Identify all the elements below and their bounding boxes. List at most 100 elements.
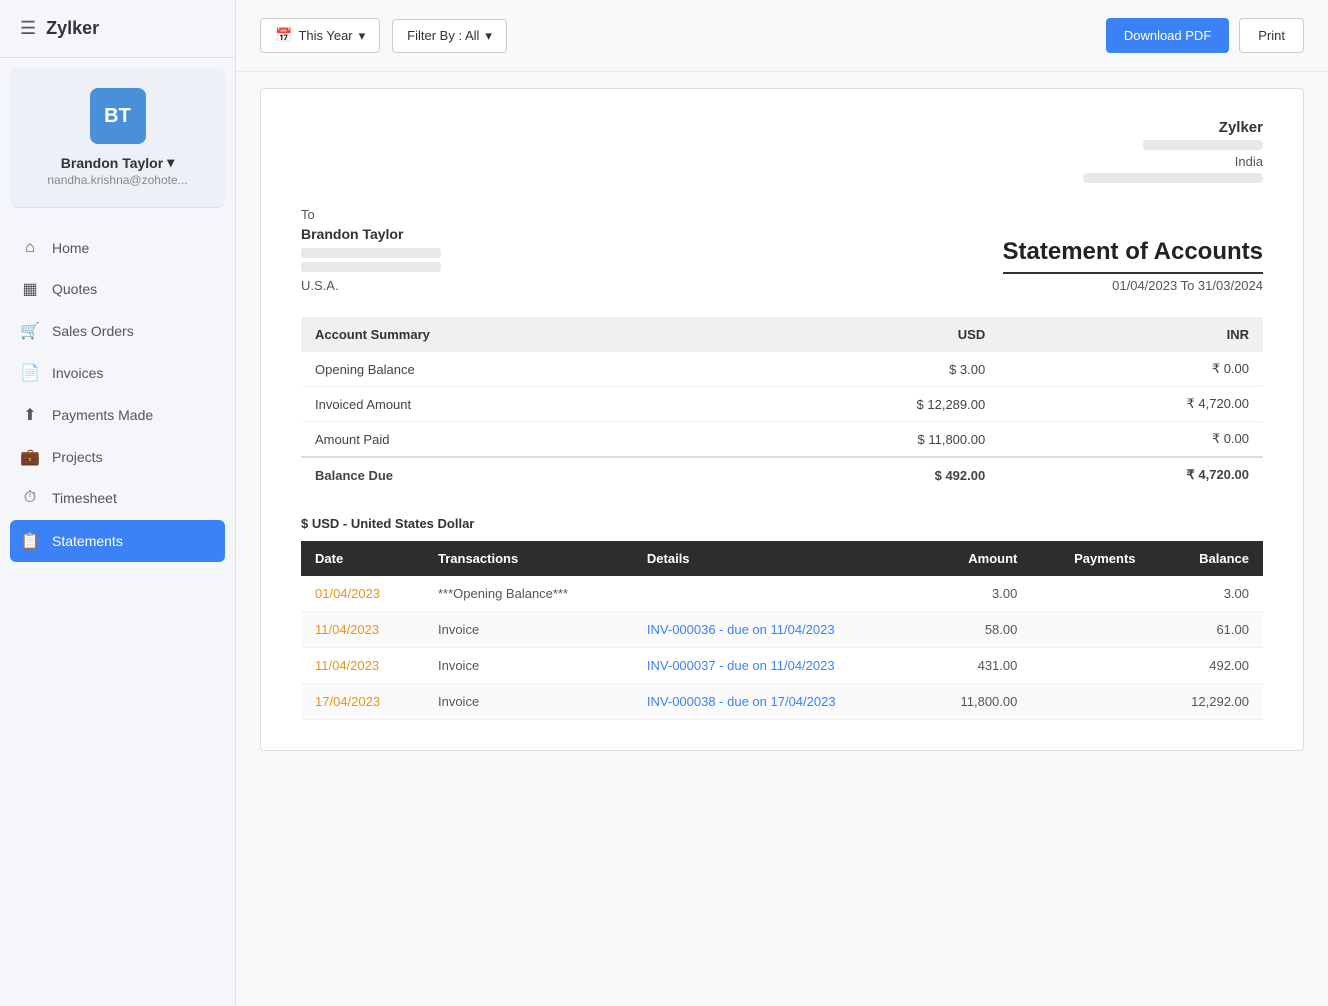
projects-icon: 💼	[20, 447, 40, 467]
balance-due-usd: $ 492.00	[717, 457, 999, 492]
sidebar-item-label: Home	[52, 240, 89, 256]
trans-balance: 3.00	[1150, 576, 1263, 612]
company-name: Zylker	[1083, 119, 1263, 136]
sidebar-item-timesheet[interactable]: ⏱ Timesheet	[0, 478, 235, 518]
trans-details: INV-000036 - due on 11/04/2023	[633, 612, 919, 648]
summary-row-inr: ₹ 4,720.00	[999, 387, 1263, 422]
sidebar-item-payments-made[interactable]: ⬆ Payments Made	[0, 394, 235, 436]
statements-icon: 📋	[20, 531, 40, 551]
summary-row-usd: $ 12,289.00	[717, 387, 999, 422]
trans-date: 17/04/2023	[301, 684, 424, 720]
sidebar-item-sales-orders[interactable]: 🛒 Sales Orders	[0, 310, 235, 352]
payments-icon: ⬆	[20, 405, 40, 425]
trans-col-details: Details	[633, 541, 919, 576]
trans-amount: 3.00	[919, 576, 1031, 612]
chevron-down-icon: ▾	[485, 28, 492, 44]
to-address-blur-2	[301, 262, 441, 272]
profile-section: BT Brandon Taylor ▾ nandha.krishna@zohot…	[10, 68, 225, 208]
trans-transaction: Invoice	[424, 612, 633, 648]
statement-title-section: Statement of Accounts 01/04/2023 To 31/0…	[1003, 238, 1263, 293]
summary-row-usd: $ 11,800.00	[717, 422, 999, 458]
trans-col-date: Date	[301, 541, 424, 576]
trans-amount: 431.00	[919, 648, 1031, 684]
trans-date: 11/04/2023	[301, 648, 424, 684]
sidebar-item-projects[interactable]: 💼 Projects	[0, 436, 235, 478]
balance-due-row: Balance Due $ 492.00 ₹ 4,720.00	[301, 457, 1263, 492]
summary-row-usd: $ 3.00	[717, 352, 999, 387]
trans-date: 01/04/2023	[301, 576, 424, 612]
sidebar-item-label: Timesheet	[52, 490, 117, 506]
sidebar: ☰ Zylker BT Brandon Taylor ▾ nandha.kris…	[0, 0, 236, 1006]
balance-due-inr: ₹ 4,720.00	[999, 457, 1263, 492]
toolbar-right: Download PDF Print	[1106, 18, 1304, 53]
trans-balance: 12,292.00	[1150, 684, 1263, 720]
table-row: 17/04/2023 Invoice INV-000038 - due on 1…	[301, 684, 1263, 720]
document-area: Zylker India To Brandon Taylor U.S.A. St…	[260, 88, 1304, 751]
sidebar-item-quotes[interactable]: ▦ Quotes	[0, 268, 235, 310]
trans-payments	[1031, 576, 1149, 612]
sidebar-item-label: Sales Orders	[52, 323, 134, 339]
company-info: Zylker India	[1083, 119, 1263, 187]
sidebar-header: ☰ Zylker	[0, 0, 235, 58]
summary-row-inr: ₹ 0.00	[999, 352, 1263, 387]
sidebar-item-label: Statements	[52, 533, 123, 549]
filter-by-button[interactable]: Filter By : All ▾	[392, 19, 507, 53]
statement-date: 01/04/2023 To 31/03/2024	[1003, 278, 1263, 293]
sidebar-item-statements[interactable]: 📋 Statements	[10, 520, 225, 562]
nav-menu: ⌂ Home ▦ Quotes 🛒 Sales Orders 📄 Invoice…	[0, 218, 235, 1006]
profile-name[interactable]: Brandon Taylor ▾	[61, 154, 174, 171]
trans-col-amount: Amount	[919, 541, 1031, 576]
trans-transaction: Invoice	[424, 648, 633, 684]
to-address-blur-1	[301, 248, 441, 258]
trans-transaction: ***Opening Balance***	[424, 576, 633, 612]
trans-col-payments: Payments	[1031, 541, 1149, 576]
company-country: India	[1083, 154, 1263, 169]
trans-col-balance: Balance	[1150, 541, 1263, 576]
sidebar-item-label: Projects	[52, 449, 103, 465]
trans-details: INV-000038 - due on 17/04/2023	[633, 684, 919, 720]
sidebar-item-invoices[interactable]: 📄 Invoices	[0, 352, 235, 394]
hamburger-icon[interactable]: ☰	[20, 18, 36, 39]
print-button[interactable]: Print	[1239, 18, 1304, 53]
to-name: Brandon Taylor	[301, 226, 441, 242]
quotes-icon: ▦	[20, 279, 40, 299]
filter-by-label: Filter By : All	[407, 28, 479, 43]
doc-body: To Brandon Taylor U.S.A. Statement of Ac…	[301, 207, 1263, 293]
toolbar: 📅 This Year ▾ Filter By : All ▾ Download…	[236, 0, 1328, 72]
summary-row-label: Opening Balance	[301, 352, 717, 387]
trans-amount: 11,800.00	[919, 684, 1031, 720]
invoices-icon: 📄	[20, 363, 40, 383]
summary-row-inr: ₹ 0.00	[999, 422, 1263, 458]
trans-col-transactions: Transactions	[424, 541, 633, 576]
sidebar-item-label: Quotes	[52, 281, 97, 297]
table-row: 01/04/2023 ***Opening Balance*** 3.00 3.…	[301, 576, 1263, 612]
calendar-icon: 📅	[275, 27, 292, 44]
trans-details	[633, 576, 919, 612]
summary-row-label: Invoiced Amount	[301, 387, 717, 422]
sidebar-item-home[interactable]: ⌂ Home	[0, 228, 235, 268]
trans-payments	[1031, 612, 1149, 648]
timesheet-icon: ⏱	[20, 489, 40, 507]
summary-col-header-label: Account Summary	[301, 317, 717, 352]
sales-orders-icon: 🛒	[20, 321, 40, 341]
table-row: 11/04/2023 Invoice INV-000037 - due on 1…	[301, 648, 1263, 684]
transactions-table: Date Transactions Details Amount Payment…	[301, 541, 1263, 720]
main-content: 📅 This Year ▾ Filter By : All ▾ Download…	[236, 0, 1328, 1006]
summary-row-label: Amount Paid	[301, 422, 717, 458]
trans-amount: 58.00	[919, 612, 1031, 648]
download-pdf-button[interactable]: Download PDF	[1106, 18, 1229, 53]
trans-details: INV-000037 - due on 11/04/2023	[633, 648, 919, 684]
currency-label: $ USD - United States Dollar	[301, 516, 1263, 531]
date-filter-label: This Year	[298, 28, 352, 43]
summary-col-header-usd: USD	[717, 317, 999, 352]
sidebar-item-label: Payments Made	[52, 407, 153, 423]
sidebar-item-label: Invoices	[52, 365, 103, 381]
trans-balance: 492.00	[1150, 648, 1263, 684]
date-filter-button[interactable]: 📅 This Year ▾	[260, 18, 380, 53]
table-row: 11/04/2023 Invoice INV-000036 - due on 1…	[301, 612, 1263, 648]
trans-transaction: Invoice	[424, 684, 633, 720]
profile-email: nandha.krishna@zohote...	[47, 173, 187, 187]
table-row: Invoiced Amount $ 12,289.00 ₹ 4,720.00	[301, 387, 1263, 422]
trans-date: 11/04/2023	[301, 612, 424, 648]
company-address-blur-1	[1143, 140, 1263, 150]
